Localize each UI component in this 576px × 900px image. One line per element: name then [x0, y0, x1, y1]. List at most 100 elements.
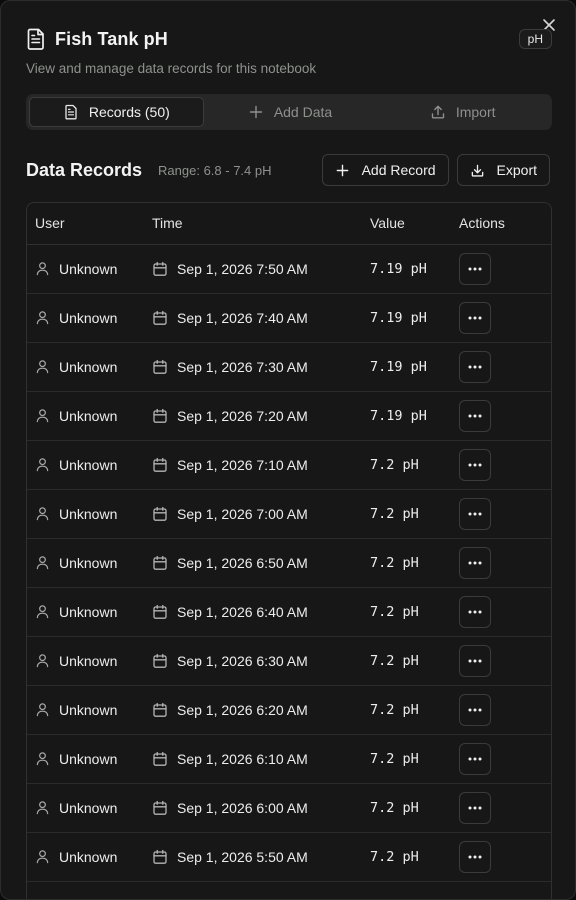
record-value: 7.2 pH	[370, 849, 419, 865]
dialog-title: Fish Tank pH	[55, 28, 168, 49]
record-value: 7.19 pH	[370, 359, 427, 375]
row-actions-button[interactable]	[459, 791, 491, 824]
dialog-subtitle: View and manage data records for this no…	[26, 61, 317, 76]
row-actions-button[interactable]	[459, 546, 491, 579]
table-row[interactable]: Unknown Sep 1, 2026 6:50 AM 7.2 pH	[27, 538, 551, 588]
tab-records-label: Records (50)	[88, 104, 170, 120]
column-header-time[interactable]: Time	[144, 203, 362, 245]
table-row[interactable]: Unknown Sep 1, 2026 6:20 AM 7.2 pH	[27, 685, 551, 735]
calendar-icon	[153, 310, 167, 325]
value-cell: 7.19 pH	[362, 391, 451, 441]
record-time: Sep 1, 2026 7:20 AM	[177, 407, 308, 424]
actions-cell	[451, 636, 551, 686]
tab-add-data[interactable]: Add Data	[204, 97, 377, 127]
value-cell: 7.19 pH	[362, 293, 451, 343]
record-value: 7.2 pH	[370, 555, 419, 571]
actions-cell	[451, 440, 551, 490]
column-header-value[interactable]: Value	[362, 203, 451, 245]
record-time: Sep 1, 2026 7:00 AM	[177, 505, 308, 522]
user-icon	[36, 409, 49, 423]
time-cell: Sep 1, 2026 6:10 AM	[144, 734, 362, 784]
time-cell: Sep 1, 2026 6:20 AM	[144, 685, 362, 735]
records-table: User Time Value Actions Unknown Sep 1, 20…	[26, 202, 552, 899]
actions-cell	[451, 783, 551, 833]
row-actions-button[interactable]	[459, 399, 491, 432]
user-icon	[36, 752, 49, 766]
more-horizontal-icon	[468, 463, 482, 466]
record-value: 7.2 pH	[370, 653, 419, 669]
table-row[interactable]: Unknown Sep 1, 2026 7:10 AM 7.2 pH	[27, 440, 551, 490]
table-row[interactable]: Unknown Sep 1, 2026 7:20 AM 7.19 pH	[27, 391, 551, 441]
add-record-button[interactable]: Add Record	[321, 154, 449, 186]
user-cell: Unknown	[27, 734, 144, 784]
more-horizontal-icon	[468, 267, 482, 270]
table-row[interactable]: Unknown Sep 1, 2026 6:10 AM 7.2 pH	[27, 734, 551, 784]
add-record-label: Add Record	[361, 162, 436, 178]
table-row[interactable]: Unknown Sep 1, 2026 6:00 AM 7.2 pH	[27, 783, 551, 833]
user-name: Unknown	[59, 309, 118, 326]
plus-icon	[336, 164, 348, 176]
row-actions-button[interactable]	[459, 644, 491, 677]
more-horizontal-icon	[468, 561, 482, 564]
row-actions-button[interactable]	[459, 301, 491, 334]
user-cell: Unknown	[27, 832, 144, 882]
user-cell: Unknown	[27, 342, 144, 392]
user-icon	[36, 654, 49, 668]
table-row[interactable]: Unknown Sep 1, 2026 6:30 AM 7.2 pH	[27, 636, 551, 686]
row-actions-button[interactable]	[459, 840, 491, 873]
actions-cell	[451, 587, 551, 637]
column-header-user[interactable]: User	[27, 203, 144, 245]
time-cell: Sep 1, 2026 7:30 AM	[144, 342, 362, 392]
user-icon	[36, 703, 49, 717]
row-actions-button[interactable]	[459, 497, 491, 530]
row-actions-button[interactable]	[459, 350, 491, 383]
record-time: Sep 1, 2026 7:40 AM	[177, 309, 308, 326]
value-cell: 7.2 pH	[362, 734, 451, 784]
more-horizontal-icon	[468, 855, 482, 858]
calendar-icon	[153, 653, 167, 668]
time-cell: Sep 1, 2026 5:50 AM	[144, 832, 362, 882]
table-row[interactable]: Unknown Sep 1, 2026 7:00 AM 7.2 pH	[27, 489, 551, 539]
row-actions-button[interactable]	[459, 252, 491, 285]
table-row[interactable]: Unknown Sep 1, 2026 7:30 AM 7.19 pH	[27, 342, 551, 392]
calendar-icon	[153, 751, 167, 766]
actions-cell	[451, 391, 551, 441]
tab-import-label: Import	[455, 104, 496, 120]
user-name: Unknown	[59, 456, 118, 473]
calendar-icon	[153, 702, 167, 717]
table-row[interactable]: Unknown Sep 1, 2026 6:40 AM 7.2 pH	[27, 587, 551, 637]
user-icon	[36, 605, 49, 619]
table-row[interactable]: Unknown Sep 1, 2026 7:40 AM 7.19 pH	[27, 293, 551, 343]
user-cell: Unknown	[27, 440, 144, 490]
time-cell: Sep 1, 2026 7:50 AM	[144, 244, 362, 294]
more-horizontal-icon	[468, 708, 482, 711]
record-value: 7.2 pH	[370, 506, 419, 522]
tab-import[interactable]: Import	[376, 97, 549, 127]
export-button[interactable]: Export	[456, 154, 550, 186]
actions-cell	[451, 538, 551, 588]
user-cell: Unknown	[27, 783, 144, 833]
table-row[interactable]: Unknown Sep 1, 2026 5:50 AM 7.2 pH	[27, 832, 551, 882]
actions-cell	[451, 342, 551, 392]
row-actions-button[interactable]	[459, 595, 491, 628]
record-time: Sep 1, 2026 6:30 AM	[177, 652, 308, 669]
user-name: Unknown	[59, 603, 118, 620]
record-value: 7.2 pH	[370, 604, 419, 620]
user-icon	[36, 556, 49, 570]
record-time: Sep 1, 2026 7:10 AM	[177, 456, 308, 473]
user-cell: Unknown	[27, 538, 144, 588]
column-header-actions: Actions	[451, 203, 551, 245]
record-time: Sep 1, 2026 6:10 AM	[177, 750, 308, 767]
actions-cell	[451, 293, 551, 343]
row-actions-button[interactable]	[459, 742, 491, 775]
time-cell: Sep 1, 2026 6:00 AM	[144, 783, 362, 833]
row-actions-button[interactable]	[459, 448, 491, 481]
row-actions-button[interactable]	[459, 693, 491, 726]
user-cell: Unknown	[27, 685, 144, 735]
table-row[interactable]: Unknown Sep 1, 2026 7:50 AM 7.19 pH	[27, 244, 551, 294]
user-name: Unknown	[59, 407, 118, 424]
more-horizontal-icon	[468, 757, 482, 760]
tab-records[interactable]: Records (50)	[29, 97, 204, 127]
unit-badge: pH	[518, 29, 552, 49]
value-cell: 7.19 pH	[362, 244, 451, 294]
